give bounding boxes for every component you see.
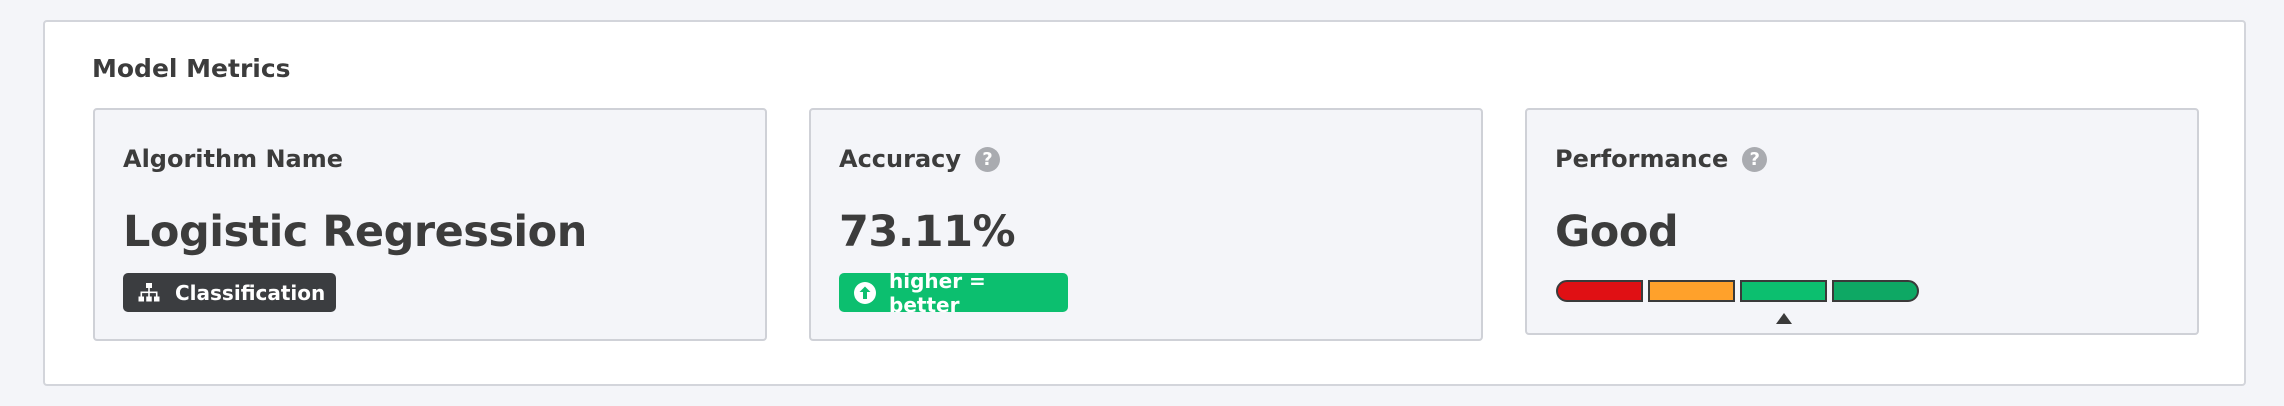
algorithm-label-text: Algorithm Name (123, 145, 344, 173)
performance-label: Performance ? (1555, 145, 1768, 173)
accuracy-label: Accuracy ? (839, 145, 1001, 173)
algorithm-card: Algorithm Name Logistic Regression Class… (93, 108, 767, 341)
classification-badge-label: Classification (175, 280, 326, 305)
panel-title: Model Metrics (92, 54, 291, 83)
performance-label-text: Performance (1555, 145, 1729, 173)
accuracy-label-text: Accuracy (839, 145, 962, 173)
hierarchy-icon (138, 282, 160, 301)
accuracy-value: 73.11% (839, 207, 1016, 257)
classification-badge: Classification (123, 273, 336, 312)
performance-card: Performance ? Good (1525, 108, 2199, 335)
arrow-up-circle-icon (854, 281, 876, 304)
help-icon[interactable]: ? (975, 146, 1001, 172)
scale-segment-excellent (1832, 280, 1919, 302)
help-icon[interactable]: ? (1742, 146, 1768, 172)
accuracy-card: Accuracy ? 73.11% higher = better (809, 108, 1483, 341)
algorithm-value: Logistic Regression (123, 207, 587, 257)
performance-value: Good (1555, 207, 1679, 257)
scale-pointer-icon (1775, 313, 1792, 324)
scale-segment-poor (1556, 280, 1643, 302)
scale-segment-good (1740, 280, 1827, 302)
higher-better-badge-label: higher = better (889, 268, 986, 317)
performance-scale (1556, 280, 1919, 302)
higher-better-badge: higher = better (839, 269, 1068, 317)
algorithm-label: Algorithm Name (123, 145, 343, 173)
scale-segment-fair (1648, 280, 1735, 302)
